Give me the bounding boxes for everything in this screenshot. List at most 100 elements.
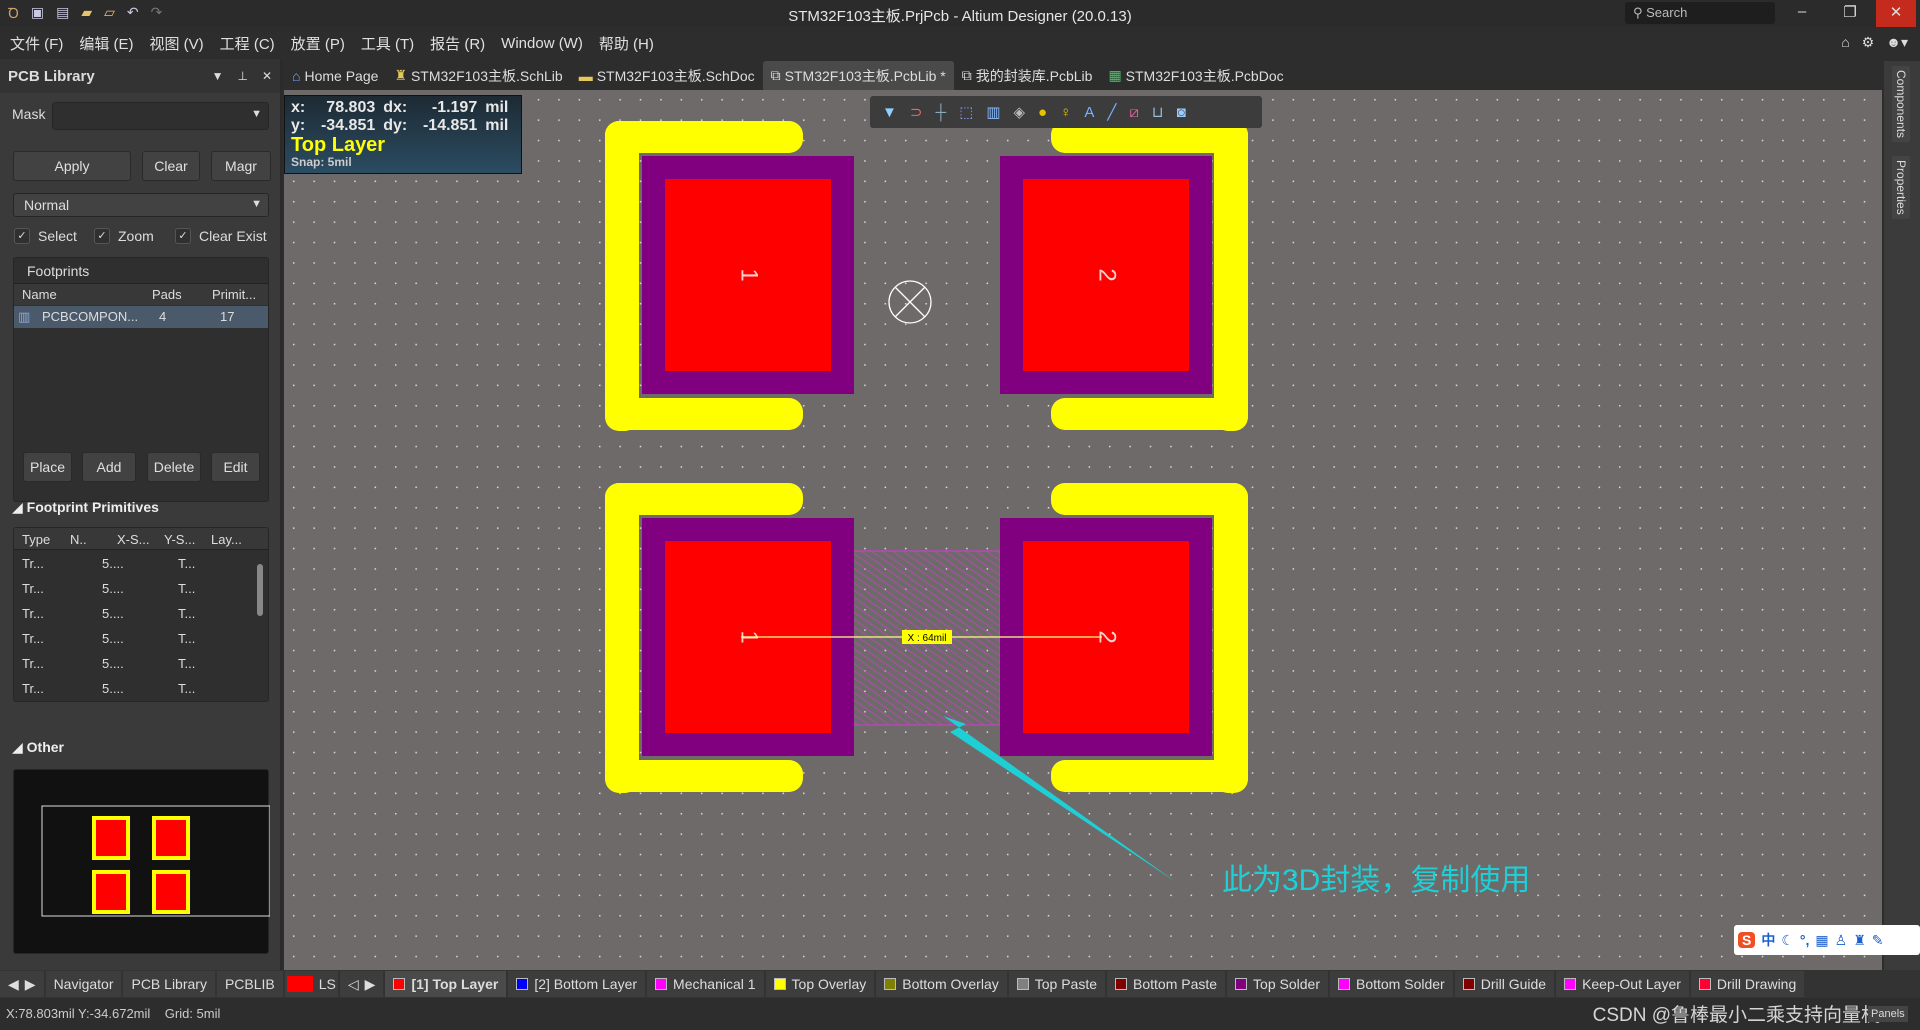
- menu-edit[interactable]: 编辑 (E): [79, 33, 133, 54]
- layer-tab[interactable]: Bottom Solder: [1329, 971, 1453, 997]
- layer-tab[interactable]: Bottom Overlay: [876, 971, 1007, 997]
- track-icon[interactable]: ⧄: [1129, 104, 1139, 121]
- pad-icon[interactable]: ●: [1038, 104, 1047, 121]
- menu-window[interactable]: Window (W): [501, 35, 583, 52]
- mode-select[interactable]: Normal ▼: [13, 193, 269, 217]
- pin-icon[interactable]: ⊥: [237, 69, 247, 83]
- col-type[interactable]: Type: [22, 532, 50, 547]
- layer-tab[interactable]: [1] Top Layer: [385, 971, 507, 997]
- apply-button[interactable]: Apply: [13, 151, 131, 181]
- navigator-tab[interactable]: Navigator: [45, 971, 122, 997]
- tab-home-page[interactable]: ⌂ Home Page: [284, 61, 386, 90]
- restore-button[interactable]: ❐: [1830, 3, 1870, 21]
- redo-icon[interactable]: ↷: [151, 4, 163, 23]
- layer-tab[interactable]: Drill Guide: [1454, 971, 1555, 997]
- delete-button[interactable]: Delete: [147, 452, 201, 482]
- primitive-cell[interactable]: 5....: [102, 556, 124, 571]
- align-icon[interactable]: ▥: [986, 103, 1000, 121]
- add-button[interactable]: Add: [82, 452, 136, 482]
- ime-mode[interactable]: 中: [1761, 930, 1775, 950]
- component-icon[interactable]: ◈: [1013, 103, 1025, 121]
- chevron-right-icon[interactable]: ▶: [365, 976, 376, 993]
- primitive-cell[interactable]: Tr...: [22, 606, 44, 621]
- primitive-cell[interactable]: 5....: [102, 681, 124, 696]
- open-icon[interactable]: ▰: [81, 4, 92, 23]
- via-icon[interactable]: ♀: [1060, 104, 1071, 121]
- tab-my-pcblib[interactable]: ⧉ 我的封装库.PcbLib: [954, 61, 1101, 90]
- save-all-icon[interactable]: ▤: [56, 4, 69, 23]
- primitive-cell[interactable]: Tr...: [22, 656, 44, 671]
- edit-button[interactable]: Edit: [211, 452, 260, 482]
- other-header[interactable]: ◢ Other: [12, 739, 64, 756]
- components-tab[interactable]: Components: [1892, 66, 1910, 143]
- properties-tab[interactable]: Properties: [1892, 156, 1910, 219]
- primitive-cell[interactable]: T...: [178, 606, 195, 621]
- primitive-cell[interactable]: Tr...: [22, 581, 44, 596]
- text-icon[interactable]: A: [1084, 104, 1094, 121]
- primitive-cell[interactable]: 5....: [102, 581, 124, 596]
- footprint-primitives-header[interactable]: ◢ Footprint Primitives: [12, 499, 159, 516]
- col-primitives[interactable]: Primit...: [212, 287, 256, 302]
- col-x-size[interactable]: X-S...: [117, 532, 150, 547]
- region-icon[interactable]: ◙: [1177, 104, 1186, 121]
- primitive-cell[interactable]: T...: [178, 656, 195, 671]
- undo-icon[interactable]: ↶: [127, 4, 139, 23]
- layer-tab[interactable]: Drill Drawing: [1690, 971, 1805, 997]
- clear-button[interactable]: Clear: [142, 151, 200, 181]
- layer-tab[interactable]: Top Overlay: [765, 971, 875, 997]
- primitive-cell[interactable]: Tr...: [22, 681, 44, 696]
- filter-icon[interactable]: ▼: [882, 104, 897, 121]
- user-icon[interactable]: ☻▾: [1886, 34, 1908, 51]
- primitive-cell[interactable]: T...: [178, 631, 195, 646]
- layer-tab[interactable]: Mechanical 1: [647, 971, 764, 997]
- primitive-cell[interactable]: T...: [178, 556, 195, 571]
- footprint-preview[interactable]: [13, 769, 271, 954]
- chevron-left-icon[interactable]: ◀: [8, 976, 19, 993]
- open-project-icon[interactable]: ▱: [104, 4, 115, 23]
- dimension-icon[interactable]: ⊔: [1152, 103, 1164, 121]
- layer-tab[interactable]: Bottom Paste: [1107, 971, 1226, 997]
- panel-menu-icon[interactable]: ▼: [212, 69, 224, 83]
- menu-view[interactable]: 视图 (V): [150, 33, 204, 54]
- nav-left-right[interactable]: ◀ ▶: [0, 971, 44, 997]
- cross-icon[interactable]: ┼: [935, 104, 946, 121]
- menu-file[interactable]: 文件 (F): [10, 33, 63, 54]
- canvas-svg[interactable]: 1 21 2 X : 64mil 此为3D封装，复制使用: [284, 90, 1882, 970]
- primitive-cell[interactable]: 5....: [102, 631, 124, 646]
- pcblib-tab[interactable]: PCBLIB: [216, 971, 283, 997]
- magnify-button[interactable]: Magr: [211, 151, 271, 181]
- place-button[interactable]: Place: [23, 452, 72, 482]
- pcb-library-tab[interactable]: PCB Library: [123, 971, 215, 997]
- clear-exist-checkbox[interactable]: ✓ Clear Exist: [175, 228, 267, 244]
- menu-tools[interactable]: 工具 (T): [361, 33, 414, 54]
- home-icon[interactable]: ⌂: [1841, 34, 1849, 51]
- current-layer-ls[interactable]: LS: [284, 971, 338, 997]
- panel-close-icon[interactable]: ✕: [262, 69, 272, 83]
- menu-reports[interactable]: 报告 (R): [430, 33, 485, 54]
- primitive-cell[interactable]: 5....: [102, 606, 124, 621]
- minimize-button[interactable]: –: [1782, 3, 1822, 20]
- tab-schlib[interactable]: ♜ STM32F103主板.SchLib: [386, 61, 570, 90]
- layer-tab[interactable]: [2] Bottom Layer: [508, 971, 646, 997]
- search-input[interactable]: ⚲ Search: [1625, 2, 1775, 24]
- layer-scroll[interactable]: ◁ ▶: [339, 971, 384, 997]
- primitive-cell[interactable]: T...: [178, 581, 195, 596]
- close-button[interactable]: ✕: [1876, 0, 1916, 27]
- primitive-cell[interactable]: T...: [178, 681, 195, 696]
- primitive-cell[interactable]: Tr...: [22, 631, 44, 646]
- mask-input[interactable]: ▼: [52, 102, 269, 130]
- footprint-row[interactable]: ▥ PCBCOMPON... 4 17: [14, 306, 268, 328]
- line-icon[interactable]: ╱: [1107, 103, 1116, 121]
- col-layer[interactable]: Lay...: [211, 532, 242, 547]
- zoom-checkbox[interactable]: ✓ Zoom: [94, 228, 154, 244]
- tab-pcblib-active[interactable]: ⧉ STM32F103主板.PcbLib *: [762, 61, 954, 90]
- layer-tab[interactable]: Top Solder: [1227, 971, 1328, 997]
- gear-icon[interactable]: ⚙: [1862, 34, 1875, 51]
- col-name[interactable]: Name: [22, 287, 57, 302]
- tab-pcbdoc[interactable]: ▦ STM32F103主板.PcbDoc: [1100, 61, 1291, 90]
- menu-place[interactable]: 放置 (P): [291, 33, 345, 54]
- menu-project[interactable]: 工程 (C): [220, 33, 275, 54]
- chevron-left-icon[interactable]: ◁: [348, 976, 359, 993]
- select-rect-icon[interactable]: ⬚: [959, 103, 973, 121]
- layer-tab[interactable]: Keep-Out Layer: [1556, 971, 1689, 997]
